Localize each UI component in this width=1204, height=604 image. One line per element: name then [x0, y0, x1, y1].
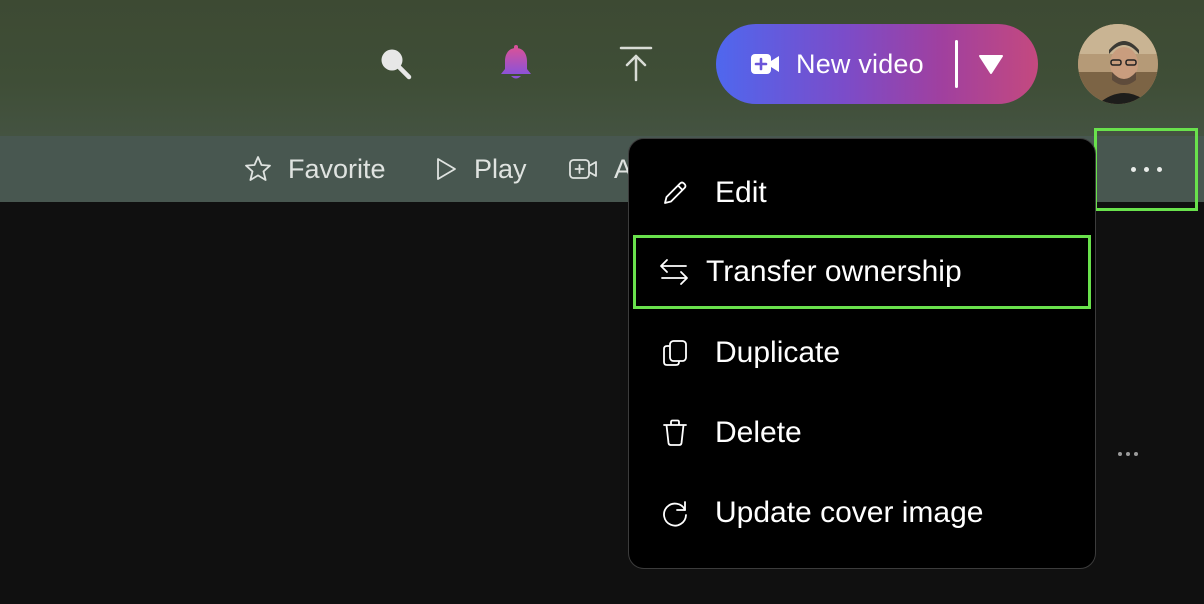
trash-icon [659, 417, 691, 449]
transfer-icon [658, 256, 690, 288]
menu-item-label: Transfer ownership [706, 255, 962, 288]
refresh-icon [659, 497, 691, 529]
video-plus-icon [750, 49, 780, 79]
menu-item-label: Edit [715, 176, 767, 209]
menu-item-duplicate[interactable]: Duplicate [629, 317, 1095, 389]
favorite-label: Favorite [288, 153, 386, 184]
play-label: Play [474, 153, 527, 184]
more-horizontal-icon[interactable] [1118, 452, 1138, 456]
bell-icon [501, 45, 531, 79]
upload-button[interactable] [610, 38, 662, 90]
user-avatar[interactable] [1078, 24, 1158, 104]
new-video-button[interactable]: New video [716, 24, 1038, 104]
top-header: New video [0, 0, 1204, 136]
search-icon [381, 49, 412, 80]
play-button[interactable]: Play [434, 150, 527, 188]
button-divider [955, 40, 958, 88]
app-root: New video Favorite Play A Edit Transfer … [0, 0, 1204, 604]
avatar-image [1078, 24, 1158, 104]
add-video-icon [569, 159, 597, 179]
notifications-button[interactable] [490, 38, 542, 90]
favorite-button[interactable]: Favorite [244, 150, 386, 188]
menu-item-transfer-ownership[interactable]: Transfer ownership [633, 235, 1091, 309]
upload-icon [619, 46, 653, 82]
add-video-button[interactable]: A [568, 150, 632, 188]
menu-item-edit[interactable]: Edit [629, 157, 1095, 229]
menu-item-label: Update cover image [715, 496, 984, 529]
chevron-down-icon[interactable] [976, 50, 1006, 78]
copy-icon [659, 337, 691, 369]
search-button[interactable] [370, 38, 422, 90]
menu-item-delete[interactable]: Delete [629, 397, 1095, 469]
menu-item-update-cover-image[interactable]: Update cover image [629, 477, 1095, 549]
play-icon [437, 158, 456, 180]
star-icon [245, 156, 271, 181]
more-options-button[interactable] [1094, 128, 1198, 211]
new-video-label: New video [796, 48, 924, 79]
more-horizontal-icon [1130, 167, 1162, 172]
menu-item-label: Delete [715, 416, 802, 449]
more-options-menu: Edit Transfer ownership Duplicate Delete… [628, 138, 1096, 569]
pencil-icon [659, 177, 691, 209]
menu-item-label: Duplicate [715, 336, 841, 369]
